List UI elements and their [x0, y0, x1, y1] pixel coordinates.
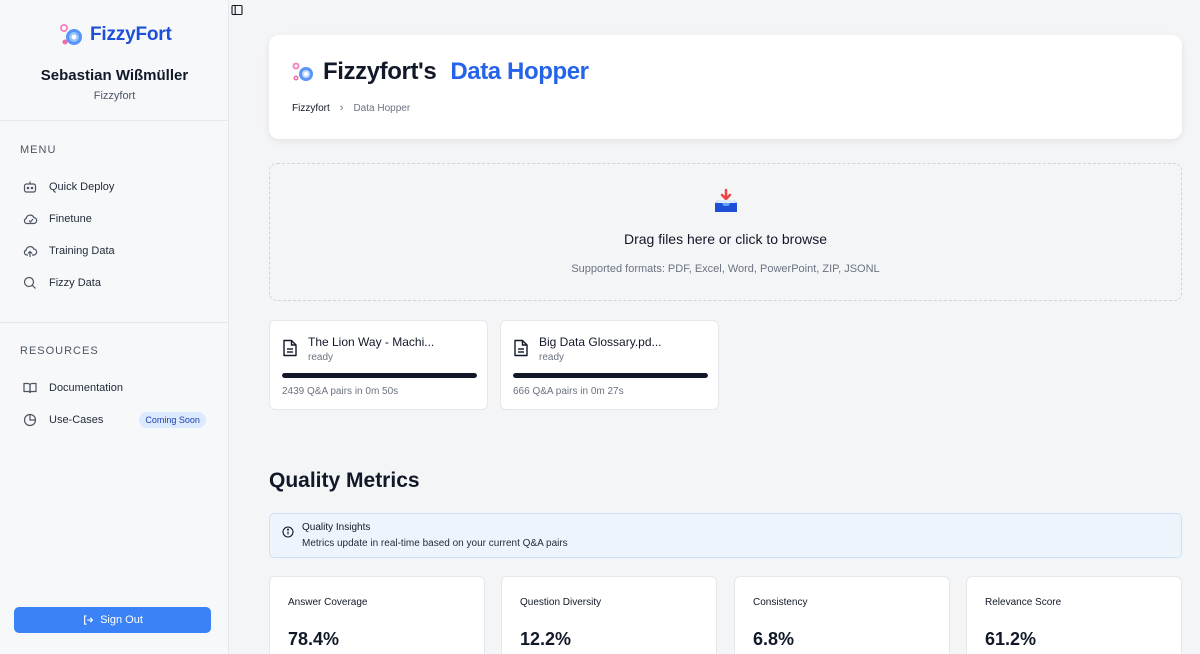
- bot-icon: [23, 181, 37, 193]
- sidebar: FizzyFort Sebastian Wißmüller Fizzyfort …: [0, 0, 229, 654]
- metric-value: 12.2%: [520, 629, 572, 649]
- file-name: Big Data Glossary.pd...: [539, 335, 662, 349]
- document-icon: [283, 339, 297, 357]
- dropzone-subtitle: Supported formats: PDF, Excel, Word, Pow…: [571, 263, 880, 275]
- metric-value: 61.2%: [985, 629, 1037, 649]
- sidebar-item-quick-deploy[interactable]: Quick Deploy: [22, 177, 114, 197]
- sidebar-item-label: Use-Cases: [49, 414, 104, 426]
- metric-card-consistency: Consistency 6.8%: [734, 576, 950, 654]
- breadcrumb-current: Data Hopper: [353, 102, 411, 114]
- file-card[interactable]: The Lion Way - Machi... ready 2439 Q&A p…: [269, 320, 488, 410]
- metric-label: Answer Coverage: [288, 597, 368, 608]
- file-card[interactable]: Big Data Glossary.pd... ready 666 Q&A pa…: [500, 320, 719, 410]
- metric-label: Consistency: [753, 597, 808, 608]
- book-icon: [23, 382, 37, 394]
- logo-text: FizzyFort: [90, 24, 172, 45]
- sidebar-item-label: Finetune: [49, 213, 92, 225]
- fizzyfort-bubbles-icon: [292, 62, 313, 81]
- sidebar-item-label: Documentation: [49, 382, 123, 394]
- quality-metrics-title: Quality Metrics: [269, 469, 420, 492]
- insights-text: Metrics update in real-time based on you…: [302, 538, 568, 549]
- resources-section-label: RESOURCES: [20, 345, 99, 357]
- user-org: Fizzyfort: [93, 90, 136, 102]
- sidebar-divider: [0, 322, 229, 323]
- file-progress-fill: [513, 373, 708, 378]
- chevron-right-icon: ›: [339, 102, 344, 114]
- page-title-accent: Data Hopper: [450, 58, 589, 85]
- metric-label: Question Diversity: [520, 597, 602, 608]
- search-icon: [23, 276, 36, 289]
- cloud-upload-icon: [23, 246, 38, 257]
- file-status: ready: [308, 352, 334, 363]
- sidebar-item-documentation[interactable]: Documentation: [22, 378, 123, 398]
- header-card: Fizzyfort's Data Hopper Fizzyfort › Data …: [269, 35, 1182, 139]
- fizzyfort-logo-icon: [60, 24, 82, 45]
- metric-label: Relevance Score: [985, 597, 1062, 608]
- file-progress-bar: [282, 373, 477, 378]
- file-meta: 666 Q&A pairs in 0m 27s: [513, 386, 624, 397]
- quality-insights-banner: Quality Insights Metrics update in real-…: [269, 513, 1182, 558]
- page-title-main: Fizzyfort's: [323, 58, 437, 85]
- metric-card-question-diversity: Question Diversity 12.2%: [501, 576, 717, 654]
- file-meta: 2439 Q&A pairs in 0m 50s: [282, 386, 399, 397]
- document-icon: [514, 339, 528, 357]
- cloud-icon: [23, 214, 38, 225]
- menu-section-label: MENU: [20, 144, 57, 156]
- coming-soon-badge: Coming Soon: [139, 412, 206, 428]
- file-progress-bar: [513, 373, 708, 378]
- file-status: ready: [539, 352, 565, 363]
- dropzone-title: Drag files here or click to browse: [623, 231, 828, 247]
- metric-value: 6.8%: [753, 629, 795, 649]
- sidebar-divider: [0, 120, 229, 121]
- insights-title: Quality Insights: [302, 522, 371, 533]
- breadcrumb: Fizzyfort › Data Hopper: [292, 102, 410, 114]
- metric-card-answer-coverage: Answer Coverage 78.4%: [269, 576, 485, 654]
- sidebar-item-fizzy-data[interactable]: Fizzy Data: [22, 273, 101, 293]
- pie-chart-icon: [23, 413, 37, 427]
- logout-icon: [84, 615, 94, 625]
- inbox-tray-icon: [715, 188, 737, 212]
- file-dropzone[interactable]: Drag files here or click to browse Suppo…: [269, 163, 1182, 301]
- logo[interactable]: FizzyFort: [58, 22, 172, 48]
- info-icon: [282, 526, 294, 538]
- sidebar-item-label: Quick Deploy: [49, 181, 115, 193]
- sign-out-label: Sign Out: [100, 614, 143, 626]
- page-title: Fizzyfort's Data Hopper: [291, 58, 589, 86]
- sidebar-toggle-icon[interactable]: [231, 4, 243, 16]
- user-name: Sebastian Wißmüller: [40, 67, 189, 84]
- sign-out-button[interactable]: Sign Out: [14, 607, 211, 633]
- sidebar-item-finetune[interactable]: Finetune: [22, 209, 92, 229]
- file-progress-fill: [282, 373, 477, 378]
- file-name: The Lion Way - Machi...: [308, 335, 435, 349]
- metric-value: 78.4%: [288, 629, 340, 649]
- sidebar-item-label: Training Data: [49, 245, 115, 257]
- sidebar-item-use-cases[interactable]: Use-Cases Coming Soon: [22, 410, 206, 430]
- sidebar-item-label: Fizzy Data: [49, 277, 101, 289]
- metric-card-relevance-score: Relevance Score 61.2%: [966, 576, 1182, 654]
- sidebar-item-training-data[interactable]: Training Data: [22, 241, 115, 261]
- breadcrumb-home-link[interactable]: Fizzyfort: [292, 103, 330, 114]
